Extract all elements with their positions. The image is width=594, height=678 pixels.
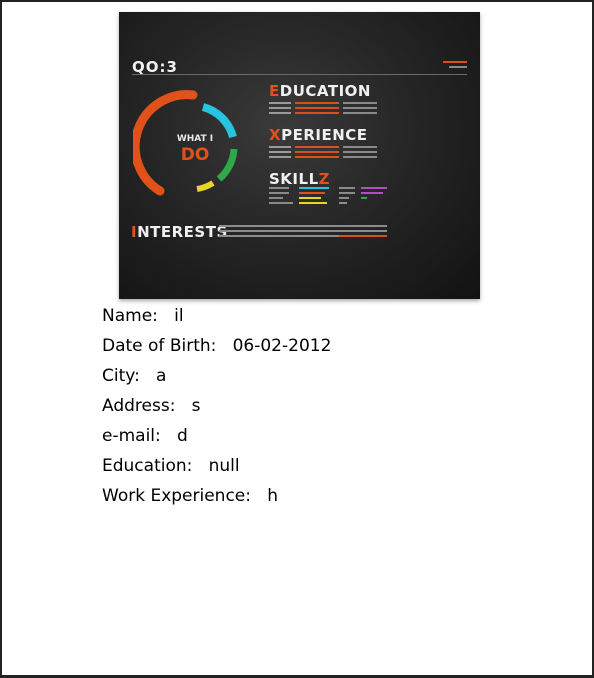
profile-field-label: City: <box>102 366 140 386</box>
profile-row: Name: il <box>102 304 331 334</box>
label-gap <box>161 426 177 446</box>
profile-row: e-mail: d <box>102 424 331 454</box>
label-gap <box>192 456 208 476</box>
profile-field-value: 06-02-2012 <box>232 336 332 356</box>
profile-details: Name: il Date of Birth: 06-02-2012 City: a… <box>102 304 331 514</box>
poster-divider <box>132 74 467 75</box>
profile-field-label: Date of Birth: <box>102 336 217 356</box>
profile-field-label: Education: <box>102 456 193 476</box>
profile-field-label: Address: <box>102 396 176 416</box>
skills-heading: SKILLZ <box>269 170 331 188</box>
label-gap <box>140 366 156 386</box>
profile-row: Address: s <box>102 394 331 424</box>
interests-heading: INTERESTS <box>131 223 228 241</box>
do-label: DO <box>180 145 210 165</box>
resume-poster-image: QO:3 WHAT I DO EDUCATION XPERIENCE SKILL… <box>119 12 480 299</box>
profile-row: Work Experience: h <box>102 484 331 514</box>
profile-field-value: d <box>176 426 188 446</box>
education-heading: EDUCATION <box>269 82 371 100</box>
what-i-label: WHAT I <box>176 134 214 144</box>
label-gap <box>175 396 191 416</box>
poster-accent-bar-secondary <box>449 66 467 68</box>
experience-heading: XPERIENCE <box>269 126 368 144</box>
profile-field-value: null <box>208 456 240 476</box>
interests-lines <box>219 225 387 240</box>
label-gap <box>216 336 232 356</box>
label-gap <box>251 486 267 506</box>
ring-arc-yellow <box>196 180 215 192</box>
profile-row: Date of Birth: 06-02-2012 <box>102 334 331 364</box>
profile-field-label: e-mail: <box>102 426 161 446</box>
profile-field-value: a <box>156 366 167 386</box>
profile-field-label: Name: <box>102 306 158 326</box>
skills-bars <box>269 187 389 207</box>
profile-field-value: s <box>191 396 201 416</box>
education-lines <box>269 102 377 117</box>
poster-accent-bar <box>443 61 467 63</box>
profile-row: Education: null <box>102 454 331 484</box>
profile-row: City: a <box>102 364 331 394</box>
document-frame: QO:3 WHAT I DO EDUCATION XPERIENCE SKILL… <box>0 0 594 678</box>
profile-field-label: Work Experience: <box>102 486 251 506</box>
profile-field-value: h <box>267 486 278 506</box>
profile-field-value: il <box>174 306 184 326</box>
ring-arc-cyan <box>201 103 237 139</box>
label-gap <box>158 306 174 326</box>
experience-lines <box>269 146 377 161</box>
